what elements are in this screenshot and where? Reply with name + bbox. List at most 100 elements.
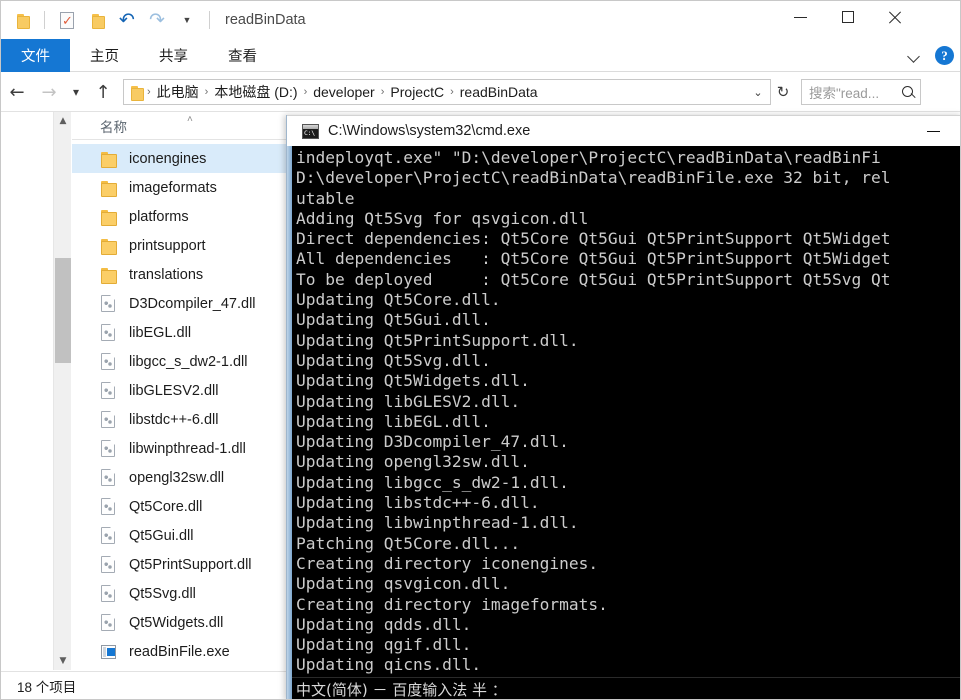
list-item-label: Qt5Svg.dll: [129, 585, 196, 602]
dll-icon: [101, 411, 120, 428]
navigation-pane-scrollbar[interactable]: ▲ ▼: [53, 112, 71, 670]
address-bar-controls: ⌄: [748, 80, 768, 104]
forward-button[interactable]: →: [33, 75, 65, 109]
list-item-label: libEGL.dll: [129, 324, 192, 341]
console-scrollbar[interactable]: [287, 146, 292, 699]
tab-share-label: 共享: [159, 49, 188, 65]
list-item-label: imageformats: [129, 179, 217, 196]
back-button[interactable]: ←: [1, 75, 33, 109]
breadcrumb-item-1[interactable]: 本地磁盘 (D:): [209, 82, 302, 102]
recent-locations-button[interactable]: ▾: [65, 75, 87, 109]
redo-icon[interactable]: ↷: [144, 7, 170, 33]
dll-icon: [101, 498, 120, 515]
console-line: Creating directory iconengines.: [296, 553, 599, 573]
tab-file[interactable]: 文件: [1, 39, 70, 72]
quick-access-toolbar: ↶ ↷ ▼: [1, 1, 215, 39]
undo-icon[interactable]: ↶: [114, 7, 140, 33]
list-item-label: readBinFile.exe: [129, 643, 230, 660]
breadcrumb-item-0[interactable]: 此电脑: [152, 82, 204, 102]
chevron-down-icon[interactable]: [908, 49, 921, 62]
console-line: To be deployed : Qt5Core Qt5Gui Qt5Print…: [296, 269, 891, 289]
window-title: readBinData: [225, 12, 306, 28]
dll-icon: [101, 440, 120, 457]
console-line: Updating Qt5Svg.dll.: [296, 350, 491, 370]
console-line: Updating Qt5Gui.dll.: [296, 310, 491, 330]
console-line: Updating libgcc_s_dw2-1.dll.: [296, 472, 569, 492]
scrollbar-thumb[interactable]: [55, 258, 71, 363]
tab-file-label: 文件: [21, 49, 50, 65]
explorer-window: ↶ ↷ ▼ readBinData 文件 主页: [0, 0, 961, 700]
command-prompt-window[interactable]: C:\Windows\system32\cmd.exe indeployqt.e…: [286, 115, 960, 699]
console-line: All dependencies : Qt5Core Qt5Gui Qt5Pri…: [296, 249, 891, 269]
scroll-up-icon[interactable]: ▲: [54, 112, 72, 130]
address-dropdown-icon[interactable]: ⌄: [748, 80, 768, 104]
column-header-name[interactable]: 名称: [100, 116, 127, 136]
list-item-label: libstdc++-6.dll: [129, 411, 219, 428]
list-item-label: Qt5Gui.dll: [129, 527, 194, 544]
breadcrumb-item-3[interactable]: ProjectC: [385, 84, 449, 100]
scroll-down-icon[interactable]: ▼: [54, 652, 72, 670]
dll-icon: [101, 556, 120, 573]
breadcrumb-item-2[interactable]: developer: [308, 84, 380, 100]
dll-icon: [101, 469, 120, 486]
close-button[interactable]: [871, 1, 918, 33]
minimize-button[interactable]: [777, 1, 824, 33]
sort-indicator-icon: ˄: [187, 114, 193, 125]
list-item-label: D3Dcompiler_47.dll: [129, 295, 256, 312]
console-minimize-button[interactable]: [911, 116, 956, 147]
document-check-icon[interactable]: [54, 7, 80, 33]
item-count-label: 18 个项目: [17, 679, 77, 695]
tab-view[interactable]: 查看: [208, 39, 277, 72]
list-item-label: Qt5Core.dll: [129, 498, 203, 515]
folder-icon: [101, 238, 120, 255]
tab-share[interactable]: 共享: [139, 39, 208, 72]
breadcrumb-item-4[interactable]: readBinData: [455, 84, 543, 100]
console-output[interactable]: indeployqt.exe" "D:\developer\ProjectC\r…: [287, 146, 960, 699]
address-bar-row: ← → ▾ ↑ › 此电脑 › 本地磁盘 (D:) › developer › …: [1, 73, 960, 111]
ribbon-tabs: 文件 主页 共享 查看: [1, 39, 960, 72]
search-box[interactable]: 搜索"read...: [801, 79, 921, 105]
list-item-label: libgcc_s_dw2-1.dll: [129, 353, 248, 370]
tab-home[interactable]: 主页: [70, 39, 139, 72]
console-line: Patching Qt5Core.dll...: [296, 533, 521, 553]
list-item-label: libGLESV2.dll: [129, 382, 219, 399]
ribbon: 文件 主页 共享 查看 ?: [1, 39, 960, 72]
console-line: Updating qdds.dll.: [296, 614, 472, 634]
list-item-label: iconengines: [129, 150, 207, 167]
console-line: Adding Qt5Svg for qsvgicon.dll: [296, 208, 589, 228]
console-line: utable: [296, 188, 355, 208]
new-folder-icon[interactable]: [84, 7, 110, 33]
console-line: D:\developer\ProjectC\readBinData\readBi…: [296, 168, 891, 188]
search-input[interactable]: 搜索"read...: [809, 82, 901, 102]
maximize-button[interactable]: [824, 1, 871, 33]
console-title-bar[interactable]: C:\Windows\system32\cmd.exe: [287, 115, 960, 147]
dll-icon: [101, 527, 120, 544]
toolbar-divider-2: [209, 11, 210, 29]
dll-icon: [101, 324, 120, 341]
console-line: Creating directory imageformats.: [296, 594, 608, 614]
customize-qat-icon[interactable]: ▼: [174, 7, 200, 33]
search-icon[interactable]: [901, 85, 916, 100]
title-bar: ↶ ↷ ▼ readBinData: [1, 1, 960, 39]
console-line: Updating qicns.dll.: [296, 655, 482, 675]
folder-icon: [101, 209, 120, 226]
up-button[interactable]: ↑: [87, 75, 119, 109]
exe-icon: [101, 644, 120, 659]
list-item-label: printsupport: [129, 237, 206, 254]
dll-icon: [101, 585, 120, 602]
breadcrumb: › 此电脑 › 本地磁盘 (D:) › developer › ProjectC…: [146, 80, 748, 104]
console-line: Updating libEGL.dll.: [296, 411, 491, 431]
console-title: C:\Windows\system32\cmd.exe: [328, 123, 531, 139]
console-line: Updating Qt5Core.dll.: [296, 290, 501, 310]
console-line: Updating opengl32sw.dll.: [296, 452, 530, 472]
console-line: indeployqt.exe" "D:\developer\ProjectC\r…: [296, 148, 881, 167]
properties-folder-icon[interactable]: [9, 7, 35, 33]
console-line: Updating qsvgicon.dll.: [296, 574, 511, 594]
refresh-button[interactable]: ↻: [771, 80, 795, 104]
list-item-label: translations: [129, 266, 204, 283]
help-icon[interactable]: ?: [935, 46, 954, 65]
list-item-label: libwinpthread-1.dll: [129, 440, 246, 457]
list-item-label: opengl32sw.dll: [129, 469, 225, 486]
address-bar[interactable]: › 此电脑 › 本地磁盘 (D:) › developer › ProjectC…: [123, 79, 771, 105]
dll-icon: [101, 614, 120, 631]
